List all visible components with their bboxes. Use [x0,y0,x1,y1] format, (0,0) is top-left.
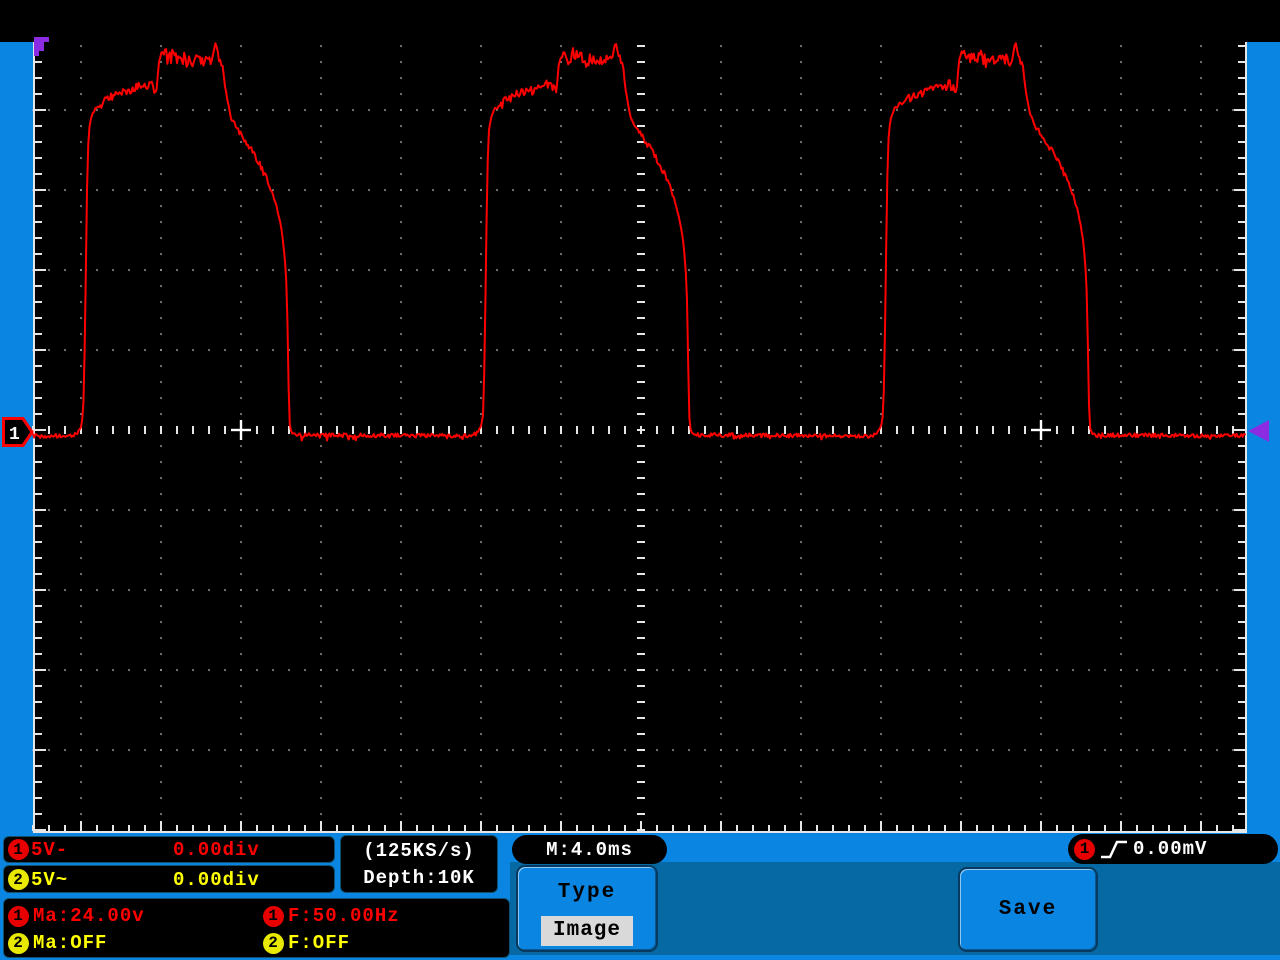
meas-ch1-amp-badge: 1 [8,905,29,927]
waveform-display [32,42,1247,833]
ch1-badge: 1 [8,839,29,860]
meas-ch2-frequency: F:OFF [288,932,351,954]
meas-ch1-amplitude: Ma:24.00v [33,905,145,927]
rising-edge-icon [1101,840,1127,859]
ch2-scale-readout: 2 5V~ 0.00div [3,865,335,893]
meas-ch2-freq-badge: 2 [263,932,284,954]
acquisition-readout: (125KS/s) Depth:10K [340,835,498,893]
timebase-readout: M:4.0ms [512,835,667,864]
measurement-readout: 1 Ma:24.00v 1 F:50.00Hz 2 Ma:OFF 2 F:OFF [3,898,510,958]
trigger-position-icon-leg [34,37,39,56]
trigger-position-marker[interactable] [34,37,51,57]
ch1-coupling-scale: 5V- [31,838,69,861]
ch2-coupling-scale: 5V~ [31,868,69,891]
ch2-badge: 2 [8,869,29,890]
memory-depth: Depth:10K [363,867,475,889]
trigger-level-arrow[interactable] [1248,420,1269,442]
graticule-and-trace [32,42,1247,833]
trigger-readout: 1 0.00mV [1068,834,1278,864]
timebase-value: M:4.0ms [546,838,633,861]
save-type-value[interactable]: Image [541,916,633,946]
meas-ch1-frequency: F:50.00Hz [288,905,400,927]
sample-rate: (125KS/s) [363,840,475,862]
save-type-label: Type [557,881,617,904]
ch2-offset-value: 0.00div [173,868,260,891]
meas-ch2-amp-badge: 2 [8,932,29,954]
trigger-source-badge: 1 [1074,838,1095,860]
channel1-position-marker[interactable]: 1 [2,417,34,447]
status-bar: 1 5V- 0.00div 2 5V~ 0.00div (125KS/s) De… [0,833,1280,960]
meas-ch1-freq-badge: 1 [263,905,284,927]
meas-ch2-amplitude: Ma:OFF [33,932,108,954]
save-button-label: Save [998,898,1058,921]
ch1-scale-readout: 1 5V- 0.00div [3,836,335,863]
save-type-button[interactable]: Type Image [516,865,658,952]
trigger-level-value: 0.00mV [1133,838,1208,860]
ch1-offset-value: 0.00div [173,838,260,861]
save-button[interactable]: Save [958,867,1098,952]
channel1-marker-label: 1 [9,425,20,445]
